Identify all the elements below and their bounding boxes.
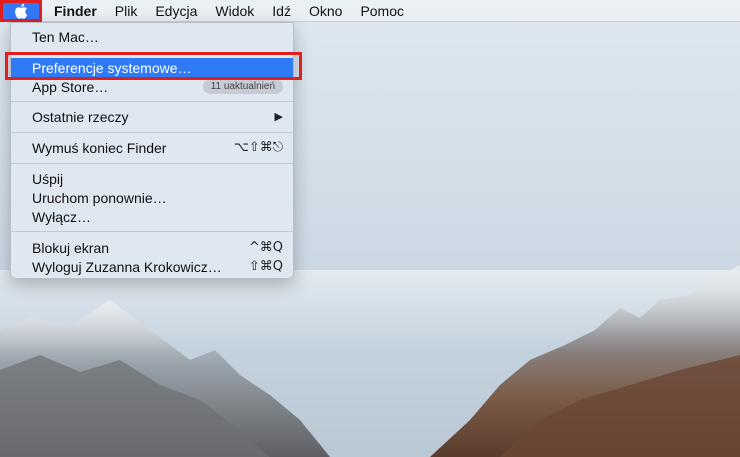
menu-item-label: App Store… [32, 78, 109, 95]
menu-item-logout[interactable]: Wyloguj Zuzanna Krokowicz… ⇧⌘Q [11, 257, 293, 276]
menu-item-shutdown[interactable]: Wyłącz… [11, 207, 293, 226]
lock-screen-shortcut: ^⌘Q [248, 240, 283, 255]
menubar-pomoc[interactable]: Pomoc [351, 0, 413, 22]
annotation-highlight-box [5, 52, 302, 80]
menu-item-lock-screen[interactable]: Blokuj ekran ^⌘Q [11, 238, 293, 257]
menu-item-label: Uśpij [32, 170, 64, 187]
menu-separator [11, 132, 293, 133]
menubar-finder[interactable]: Finder [42, 0, 106, 22]
menu-item-sleep[interactable]: Uśpij [11, 169, 293, 188]
menu-item-label: Blokuj ekran [32, 239, 110, 256]
updates-badge: 11 uaktualnień [202, 79, 283, 94]
menu-separator [11, 101, 293, 102]
menu-item-label: Uruchom ponownie… [32, 189, 167, 206]
menu-separator [11, 231, 293, 232]
menubar-widok[interactable]: Widok [206, 0, 263, 22]
menu-item-about[interactable]: Ten Mac… [11, 27, 293, 46]
menubar-idz[interactable]: Idź [263, 0, 300, 22]
menu-item-label: Ten Mac… [32, 28, 99, 45]
apple-menu-button[interactable] [0, 0, 42, 22]
menubar-okno[interactable]: Okno [300, 0, 351, 22]
menu-item-label: Wyloguj Zuzanna Krokowicz… [32, 258, 222, 275]
menu-bar: Finder Plik Edycja Widok Idź Okno Pomoc [0, 0, 740, 22]
menu-item-label: Wymuś koniec Finder [32, 139, 167, 156]
menu-separator [11, 163, 293, 164]
submenu-arrow-icon: ▶ [274, 111, 283, 123]
menu-item-label: Wyłącz… [32, 208, 91, 225]
menubar-edycja[interactable]: Edycja [146, 0, 206, 22]
menu-item-restart[interactable]: Uruchom ponownie… [11, 188, 293, 207]
logout-shortcut: ⇧⌘Q [248, 259, 283, 274]
apple-logo-icon [15, 3, 28, 19]
menu-item-force-quit[interactable]: Wymuś koniec Finder ⌥⇧⌘⎋ [11, 138, 293, 157]
menu-item-label: Ostatnie rzeczy [32, 108, 129, 125]
menubar-plik[interactable]: Plik [106, 0, 147, 22]
menu-item-recent-items[interactable]: Ostatnie rzeczy ▶ [11, 107, 293, 126]
force-quit-shortcut: ⌥⇧⌘⎋ [233, 140, 283, 155]
